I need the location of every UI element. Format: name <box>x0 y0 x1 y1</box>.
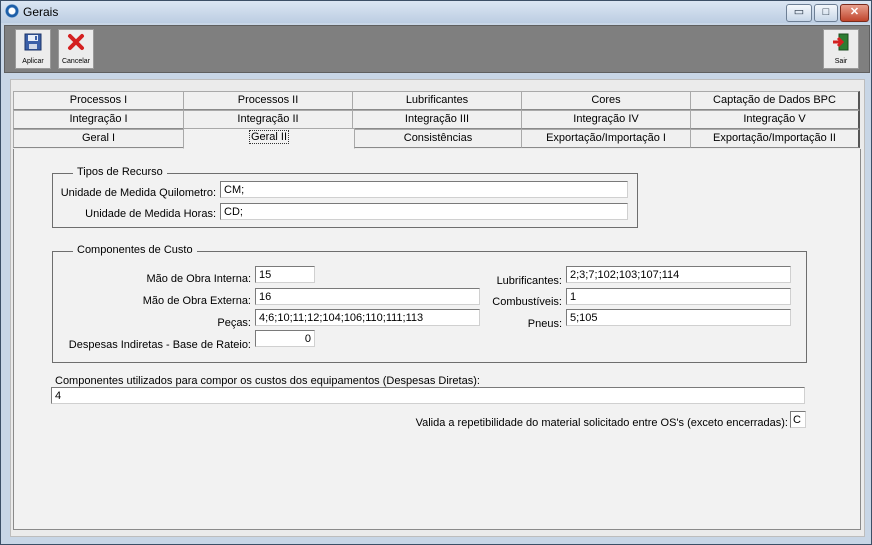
lubrificantes-label: Lubrificantes: <box>496 275 562 287</box>
tab-content-geral-ii: Tipos de Recurso Unidade de Medida Quilo… <box>13 149 861 530</box>
tab-cores[interactable]: Cores <box>521 91 692 110</box>
combustiveis-label: Combustíveis: <box>492 296 562 308</box>
repetibilidade-label: Valida a repetibilidade do material soli… <box>415 417 788 429</box>
pecas-field[interactable]: 4;6;10;11;12;104;106;110;111;113 <box>255 309 480 326</box>
tab-geral-i[interactable]: Geral I <box>13 129 185 148</box>
window-title: Gerais <box>23 5 59 19</box>
pneus-field[interactable]: 5;105 <box>566 309 791 326</box>
cancel-icon <box>68 34 84 50</box>
main-window: Gerais ▭ □ ✕ Aplicar Cancelar Sair Proce… <box>0 0 872 545</box>
exit-label: Sair <box>834 58 848 65</box>
apply-label: Aplicar <box>22 58 44 65</box>
despesas-diretas-field[interactable]: 4 <box>51 387 805 404</box>
quilometro-label: Unidade de Medida Quilometro: <box>60 187 216 199</box>
tab-integracao-i[interactable]: Integração I <box>13 110 185 129</box>
horas-field[interactable]: CD; <box>220 203 628 220</box>
mao-obra-interna-field[interactable]: 15 <box>255 266 315 283</box>
cancel-button[interactable]: Cancelar <box>58 29 94 69</box>
despesas-label: Despesas Indiretas - Base de Rateio: <box>68 339 251 351</box>
mao-obra-externa-label: Mão de Obra Externa: <box>142 295 251 307</box>
apply-button[interactable]: Aplicar <box>15 29 51 69</box>
tab-lubrificantes[interactable]: Lubrificantes <box>352 91 523 110</box>
combustiveis-field[interactable]: 1 <box>566 288 791 305</box>
repetibilidade-field[interactable]: C <box>790 411 806 428</box>
group-title: Componentes de Custo <box>73 244 197 256</box>
tab-processos-i[interactable]: Processos I <box>13 91 185 110</box>
minimize-button[interactable]: ▭ <box>786 4 812 22</box>
mao-obra-externa-field[interactable]: 16 <box>255 288 480 305</box>
tab-integracao-iii[interactable]: Integração III <box>352 110 523 129</box>
pecas-label: Peças: <box>217 317 251 329</box>
tab-consistencias[interactable]: Consistências <box>354 129 523 148</box>
tab-captacao-bpc[interactable]: Captação de Dados BPC <box>690 91 860 110</box>
despesas-diretas-label: Componentes utilizados para compor os cu… <box>55 375 480 387</box>
tab-geral-ii[interactable]: Geral II <box>183 128 355 149</box>
pneus-label: Pneus: <box>527 318 562 330</box>
tab-processos-ii[interactable]: Processos II <box>183 91 354 110</box>
tab-integracao-iv[interactable]: Integração IV <box>521 110 692 129</box>
tab-integracao-v[interactable]: Integração V <box>690 110 860 129</box>
mao-obra-interna-label: Mão de Obra Interna: <box>146 273 251 285</box>
app-icon <box>5 4 19 18</box>
tab-exportacao-importacao-ii[interactable]: Exportação/Importação II <box>690 129 860 148</box>
lubrificantes-field[interactable]: 2;3;7;102;103;107;114 <box>566 266 791 283</box>
tab-exportacao-importacao-i[interactable]: Exportação/Importação I <box>521 129 692 148</box>
despesas-field[interactable]: 0 <box>255 330 315 347</box>
cancel-label: Cancelar <box>61 58 90 65</box>
close-button[interactable]: ✕ <box>840 4 869 22</box>
toolbar: Aplicar Cancelar Sair <box>4 25 870 73</box>
horas-label: Unidade de Medida Horas: <box>85 208 216 220</box>
group-title: Tipos de Recurso <box>73 166 167 178</box>
maximize-button[interactable]: □ <box>814 4 838 22</box>
title-bar: Gerais ▭ □ ✕ <box>1 1 871 23</box>
exit-button[interactable]: Sair <box>823 29 859 69</box>
quilometro-field[interactable]: CM; <box>220 181 628 198</box>
save-icon <box>24 33 42 51</box>
tab-integracao-ii[interactable]: Integração II <box>183 110 354 129</box>
exit-door-icon <box>833 33 849 51</box>
